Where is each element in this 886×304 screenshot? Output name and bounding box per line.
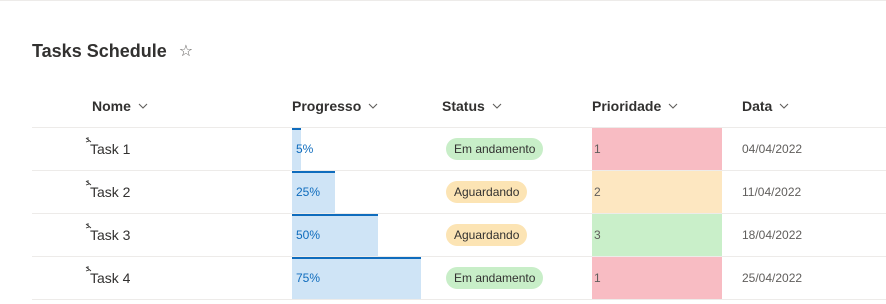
status-badge: Em andamento bbox=[446, 138, 544, 160]
column-header-label: Data bbox=[742, 97, 773, 114]
star-icon[interactable]: ☆ bbox=[179, 41, 193, 61]
table-header: Nome Progresso Status Prioridade Data bbox=[32, 84, 886, 128]
priority-cell: 1 bbox=[592, 257, 722, 299]
status-cell: Em andamento bbox=[446, 128, 544, 170]
table-row[interactable]: Task 2 25% Aguardando 2 11/04/2022 bbox=[32, 171, 886, 214]
progress-value: 25% bbox=[296, 185, 321, 199]
column-header-priority[interactable]: Prioridade bbox=[592, 84, 679, 127]
priority-background bbox=[592, 257, 722, 299]
column-header-progress[interactable]: Progresso bbox=[292, 84, 379, 127]
priority-value: 1 bbox=[594, 271, 601, 285]
chevron-down-icon bbox=[779, 103, 789, 109]
progress-cell: 25% bbox=[292, 171, 432, 213]
column-header-label: Nome bbox=[92, 97, 131, 114]
date-value: 25/04/2022 bbox=[742, 271, 803, 285]
task-name[interactable]: Task 1 bbox=[90, 128, 130, 170]
task-name[interactable]: Task 2 bbox=[90, 171, 130, 213]
status-badge: Em andamento bbox=[446, 267, 544, 289]
column-header-label: Status bbox=[442, 97, 485, 114]
status-cell: Aguardando bbox=[446, 171, 528, 213]
column-header-name[interactable]: Nome bbox=[92, 84, 149, 127]
priority-cell: 2 bbox=[592, 171, 722, 213]
progress-cell: 75% bbox=[292, 257, 432, 299]
table-row[interactable]: Task 1 5% Em andamento 1 04/04/2022 bbox=[32, 128, 886, 171]
column-header-status[interactable]: Status bbox=[442, 84, 503, 127]
progress-cell: 5% bbox=[292, 128, 432, 170]
column-header-label: Progresso bbox=[292, 97, 362, 114]
tasks-table: Nome Progresso Status Prioridade Data Ta… bbox=[32, 84, 886, 300]
priority-background bbox=[592, 214, 722, 256]
priority-value: 1 bbox=[594, 142, 601, 156]
task-name[interactable]: Task 4 bbox=[90, 257, 130, 299]
page-header: Tasks Schedule ☆ bbox=[32, 40, 193, 62]
column-header-label: Prioridade bbox=[592, 97, 662, 114]
chevron-down-icon bbox=[492, 103, 502, 109]
progress-value: 5% bbox=[296, 142, 314, 156]
status-badge: Aguardando bbox=[446, 224, 528, 246]
column-header-date[interactable]: Data bbox=[742, 84, 790, 127]
progress-cell: 50% bbox=[292, 214, 432, 256]
priority-background bbox=[592, 128, 722, 170]
table-row[interactable]: Task 3 50% Aguardando 3 18/04/2022 bbox=[32, 214, 886, 257]
progress-value: 75% bbox=[296, 271, 321, 285]
chevron-down-icon bbox=[368, 103, 378, 109]
status-cell: Em andamento bbox=[446, 257, 544, 299]
progress-value: 50% bbox=[296, 228, 321, 242]
chevron-down-icon bbox=[668, 103, 678, 109]
table-row[interactable]: Task 4 75% Em andamento 1 25/04/2022 bbox=[32, 257, 886, 300]
priority-background bbox=[592, 171, 722, 213]
date-value: 04/04/2022 bbox=[742, 142, 803, 156]
status-cell: Aguardando bbox=[446, 214, 528, 256]
priority-cell: 3 bbox=[592, 214, 722, 256]
priority-value: 2 bbox=[594, 185, 601, 199]
task-name[interactable]: Task 3 bbox=[90, 214, 130, 256]
page-title: Tasks Schedule bbox=[32, 40, 167, 61]
date-value: 18/04/2022 bbox=[742, 228, 803, 242]
top-divider bbox=[0, 0, 886, 1]
date-value: 11/04/2022 bbox=[742, 185, 802, 199]
priority-cell: 1 bbox=[592, 128, 722, 170]
chevron-down-icon bbox=[138, 103, 148, 109]
status-badge: Aguardando bbox=[446, 181, 528, 203]
priority-value: 3 bbox=[594, 228, 601, 242]
